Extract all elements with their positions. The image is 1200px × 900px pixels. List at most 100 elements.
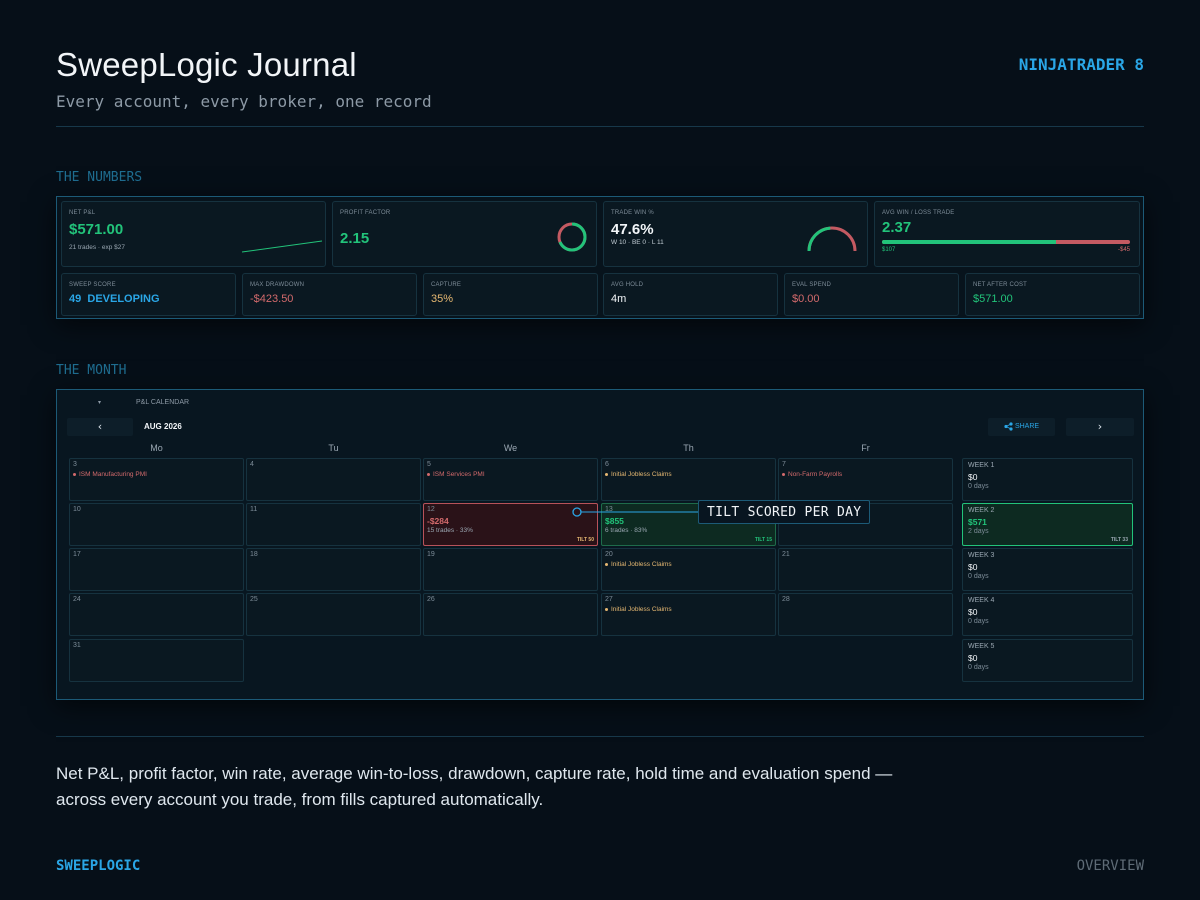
trade-win-gauge-fill	[807, 226, 831, 252]
prev-month-button[interactable]: ‹	[67, 418, 133, 436]
avg-hold-label: AVG HOLD	[611, 282, 644, 288]
week-days: 0 days	[968, 618, 989, 625]
next-month-button[interactable]: ›	[1066, 418, 1134, 436]
tilt-callout: TILT SCORED PER DAY	[698, 500, 871, 524]
weekday-header: Fr	[861, 443, 870, 453]
week-label: WEEK 5	[968, 643, 995, 650]
net-pnl-label: NET P&L	[69, 210, 96, 216]
profit-factor-card[interactable]: PROFIT FACTOR 2.15	[332, 201, 597, 267]
day-number: 19	[427, 551, 435, 558]
high-impact-dot-icon	[73, 472, 76, 476]
week-value: $0	[968, 562, 978, 572]
capture-value: 35%	[431, 293, 454, 305]
calendar-day[interactable]: 19	[423, 548, 598, 591]
calendar-day[interactable]: 17	[69, 548, 244, 591]
win-loss-bar-win	[882, 240, 1057, 244]
day-meta: 15 trades · 33%	[427, 527, 473, 534]
day-number: 6	[605, 461, 609, 468]
calendar-day[interactable]: 7 Non-Farm Payrolls	[778, 458, 953, 501]
day-number: 10	[73, 506, 81, 513]
stats-panel: NET P&L $571.00 21 trades · exp $27 PROF…	[56, 196, 1144, 319]
avg-win-value: $107	[882, 247, 896, 253]
net-pnl-sub: 21 trades · exp $27	[69, 244, 126, 251]
week-summary[interactable]: WEEK 1 $0 0 days	[962, 458, 1133, 501]
capture-label: CAPTURE	[431, 282, 462, 288]
week-summary[interactable]: WEEK 5 $0 0 days	[962, 639, 1133, 682]
week-days: 0 days	[968, 573, 989, 580]
day-tilt: TILT 50	[576, 537, 594, 543]
sweep-score-value: 49 DEVELOPING	[69, 293, 160, 305]
calendar-day[interactable]: 21	[778, 548, 953, 591]
trade-win-value: 47.6%	[611, 221, 654, 238]
trade-win-label: TRADE WIN %	[611, 210, 654, 216]
net-pnl-value: $571.00	[69, 221, 124, 238]
footer-divider	[56, 736, 1144, 737]
medium-impact-dot-icon	[605, 472, 608, 476]
calendar-day[interactable]: 27 Initial Jobless Claims	[601, 593, 776, 636]
calendar-day[interactable]: 24	[69, 593, 244, 636]
net-pnl-card[interactable]: NET P&L $571.00 21 trades · exp $27	[61, 201, 326, 267]
share-button[interactable]: SHARE	[988, 418, 1055, 436]
calendar-day[interactable]: 28	[778, 593, 953, 636]
event-label: Initial Jobless Claims	[611, 561, 672, 568]
day-number: 12	[427, 506, 435, 513]
win-loss-bar	[882, 240, 1130, 244]
sweep-score-label: SWEEP SCORE	[69, 282, 116, 288]
week-label: WEEK 2	[968, 507, 995, 514]
calendar-event: Non-Farm Payrolls	[782, 471, 842, 478]
week-days: 0 days	[968, 483, 989, 490]
week-value: $0	[968, 472, 978, 482]
calendar-event: Initial Jobless Claims	[605, 561, 672, 568]
calendar-day[interactable]: 3 ISM Manufacturing PMI	[69, 458, 244, 501]
net-after-cost-card[interactable]: NET AFTER COST $571.00	[965, 273, 1140, 316]
sweep-score-card[interactable]: SWEEP SCORE 49 DEVELOPING	[61, 273, 236, 316]
event-label: ISM Services PMI	[433, 471, 485, 478]
profit-factor-label: PROFIT FACTOR	[340, 210, 391, 216]
event-label: Initial Jobless Claims	[611, 606, 672, 613]
avg-win-loss-card[interactable]: AVG WIN / LOSS TRADE 2.37 $107 -$45	[874, 201, 1140, 267]
share-label: SHARE	[1014, 423, 1040, 430]
day-number: 18	[250, 551, 258, 558]
week-label: WEEK 4	[968, 597, 995, 604]
week-summary[interactable]: WEEK 4 $0 0 days	[962, 593, 1133, 636]
eval-spend-label: EVAL SPEND	[792, 282, 832, 288]
medium-impact-dot-icon	[605, 562, 608, 566]
trade-win-card[interactable]: TRADE WIN % 47.6% W 10 · BE 0 · L 11	[603, 201, 868, 267]
day-number: 4	[250, 461, 254, 468]
week-summary-highlighted[interactable]: WEEK 2 $571 2 days TILT 33	[962, 503, 1133, 546]
calendar-dropdown-caret[interactable]: ▾	[98, 399, 101, 406]
share-icon	[1004, 422, 1013, 431]
day-number: 25	[250, 596, 258, 603]
feature-description: Net P&L, profit factor, win rate, averag…	[56, 764, 893, 809]
calendar-day[interactable]: 4	[246, 458, 421, 501]
eval-spend-card[interactable]: EVAL SPEND $0.00	[784, 273, 959, 316]
weekday-header: Mo	[150, 443, 163, 453]
calendar-day[interactable]: 26	[423, 593, 598, 636]
max-drawdown-card[interactable]: MAX DRAWDOWN -$423.50	[242, 273, 417, 316]
calendar-event: ISM Manufacturing PMI	[73, 471, 147, 478]
page-subtitle: Every account, every broker, one record	[56, 92, 432, 111]
calendar-day[interactable]: 25	[246, 593, 421, 636]
calendar-day[interactable]: 31	[69, 639, 244, 682]
calendar-day[interactable]: 6 Initial Jobless Claims	[601, 458, 776, 501]
platform-badge: NINJATRADER 8	[1018, 55, 1144, 74]
calendar-panel: ▾ P&L CALENDAR ‹ AUG 2026 SHARE › Mo Tu …	[56, 389, 1144, 700]
calendar-day[interactable]: 5 ISM Services PMI	[423, 458, 598, 501]
calendar-day[interactable]: 10	[69, 503, 244, 546]
profit-factor-value: 2.15	[340, 230, 370, 247]
week-label: WEEK 1	[968, 462, 995, 469]
calendar-day[interactable]: 18	[246, 548, 421, 591]
sweep-score-number: 49	[69, 293, 82, 305]
callout-marker-icon	[572, 507, 582, 517]
calendar-event: Initial Jobless Claims	[605, 606, 672, 613]
avg-loss-value: -$45	[1117, 247, 1130, 253]
day-number: 20	[605, 551, 613, 558]
calendar-day[interactable]: 20 Initial Jobless Claims	[601, 548, 776, 591]
medium-impact-dot-icon	[605, 607, 608, 611]
week-summary[interactable]: WEEK 3 $0 0 days	[962, 548, 1133, 591]
avg-hold-card[interactable]: AVG HOLD 4m	[603, 273, 778, 316]
calendar-day[interactable]: 11	[246, 503, 421, 546]
week-days: 2 days	[968, 528, 989, 535]
week-value: $571	[968, 517, 987, 527]
capture-card[interactable]: CAPTURE 35%	[423, 273, 598, 316]
